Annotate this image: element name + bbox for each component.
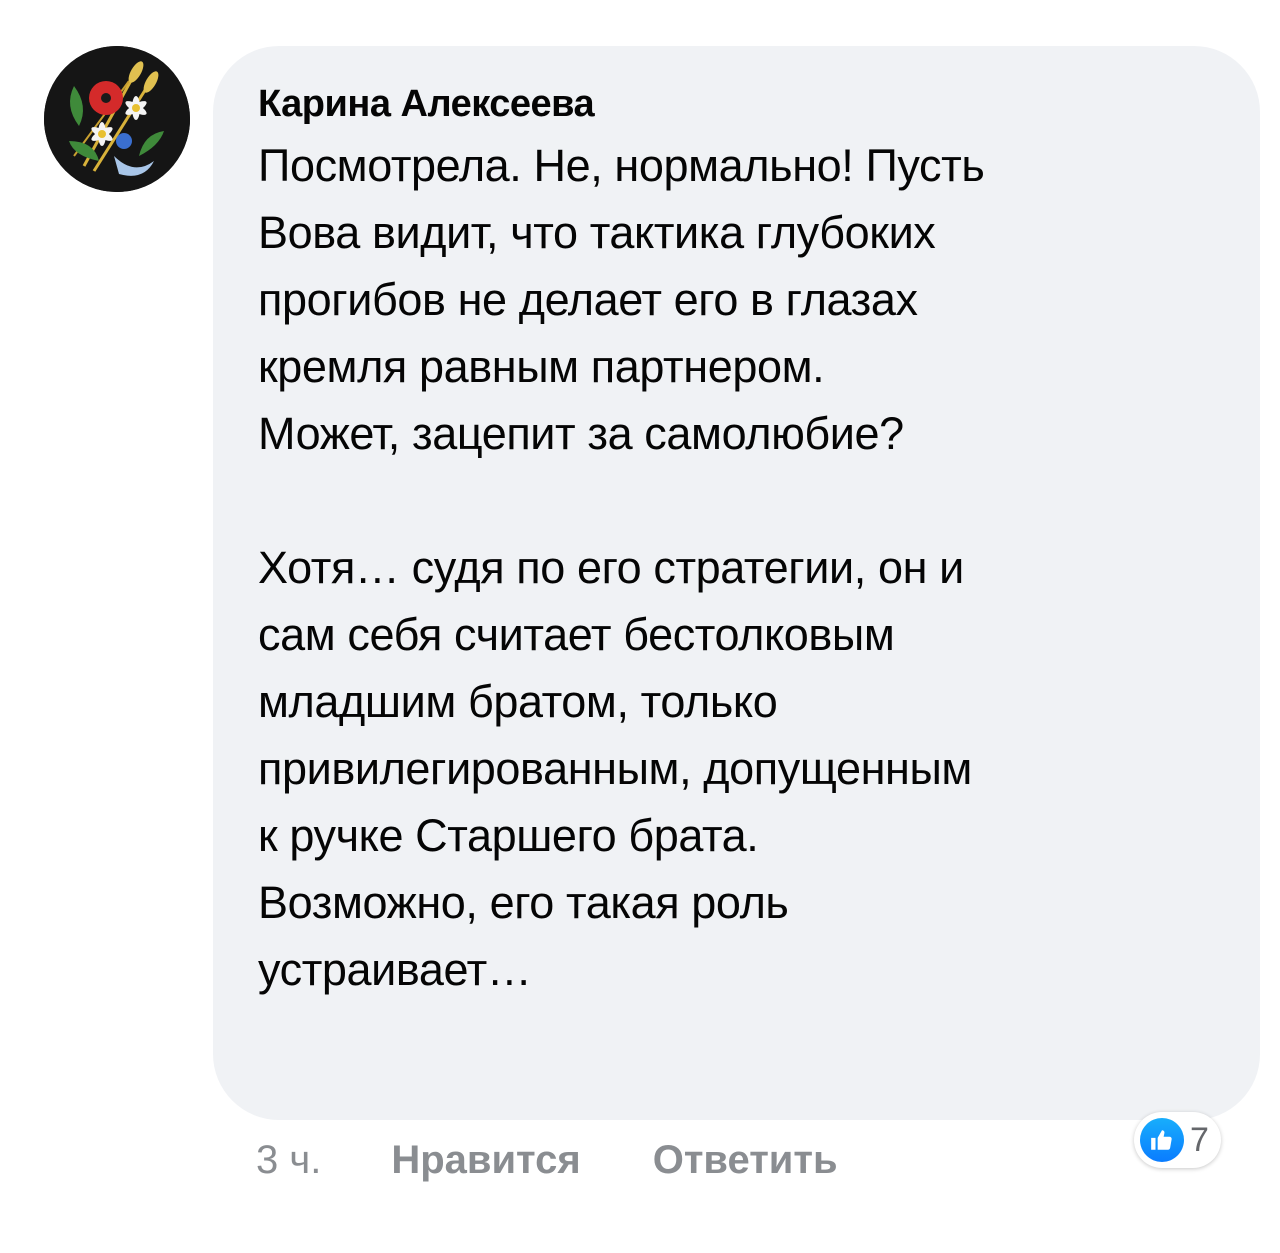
embroidered-flowers-avatar	[44, 46, 190, 192]
comment-line: Посмотрела. Не, нормально! Пусть	[258, 140, 985, 191]
reaction-summary[interactable]: 7	[1134, 1112, 1221, 1168]
comment-line: младшим братом, только	[258, 676, 778, 727]
comment-line: прогибов не делает его в глазах	[258, 274, 918, 325]
comment-bubble: Карина Алексеева Посмотрела. Не, нормаль…	[213, 46, 1260, 1120]
like-icon	[1140, 1118, 1184, 1162]
comment-line: Вова видит, что тактика глубоких	[258, 207, 936, 258]
comment-line: привилегированным, допущенным	[258, 743, 972, 794]
comment-line: сам себя считает бестолковым	[258, 609, 895, 660]
reaction-count: 7	[1190, 1121, 1209, 1159]
comment-line: кремля равным партнером.	[258, 341, 825, 392]
comment-line: устраивает…	[258, 944, 532, 995]
comment-line: Возможно, его такая роль	[258, 877, 789, 928]
comment-text: Посмотрела. Не, нормально! Пусть Вова ви…	[258, 132, 1220, 1003]
comment-line: Хотя… судя по его стратегии, он и	[258, 542, 964, 593]
comment-author[interactable]: Карина Алексеева	[258, 76, 1220, 132]
like-button[interactable]: Нравится	[391, 1138, 580, 1183]
comment-line: Может, зацепит за самолюбие?	[258, 408, 904, 459]
avatar[interactable]	[44, 46, 190, 192]
comment-timestamp[interactable]: 3 ч.	[256, 1138, 321, 1183]
comment-actions: 3 ч. Нравится Ответить	[256, 1130, 910, 1190]
reply-button[interactable]: Ответить	[653, 1138, 838, 1183]
comment-line: к ручке Старшего брата.	[258, 810, 759, 861]
